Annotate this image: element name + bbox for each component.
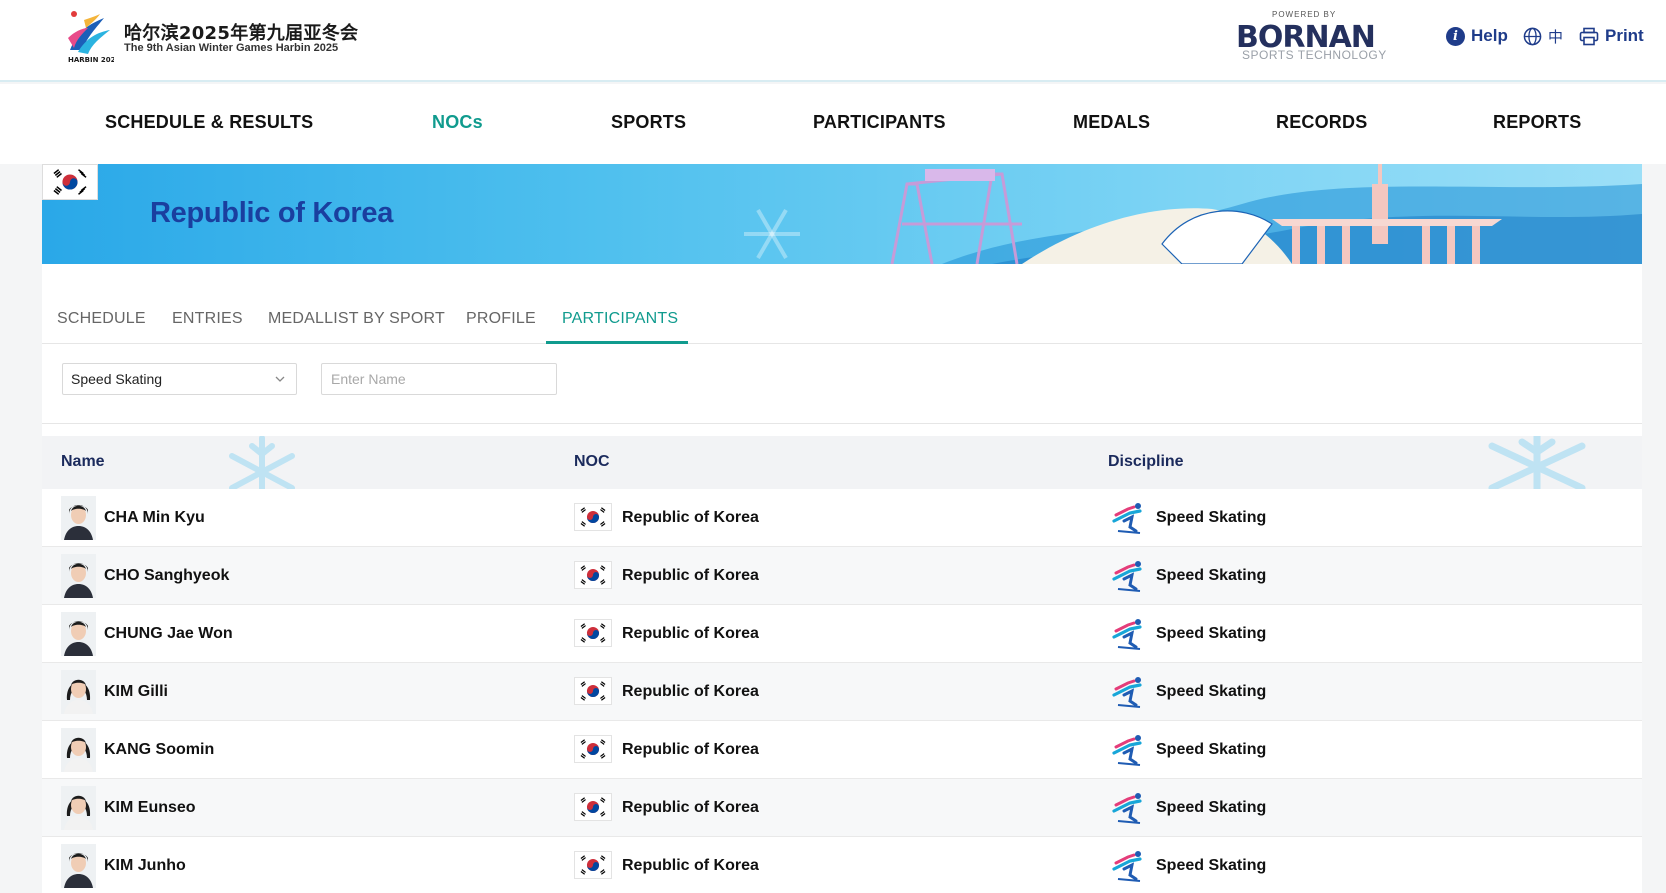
athlete-noc: Republic of Korea (622, 857, 759, 874)
speed-skating-icon (1112, 619, 1142, 650)
korea-flag-icon (42, 164, 98, 200)
athlete-discipline[interactable]: Speed Skating (1156, 509, 1266, 527)
athlete-name[interactable]: KIM Junho (104, 857, 186, 875)
athlete-name[interactable]: CHUNG Jae Won (104, 625, 233, 643)
korea-flag-icon (574, 619, 612, 647)
tab-medallist-by-sport[interactable]: MEDALLIST BY SPORT (268, 310, 445, 328)
snowflake-decoration-icon (229, 436, 295, 489)
table-header: Name NOC Discipline (42, 436, 1642, 489)
site-title-en: The 9th Asian Winter Games Harbin 2025 (124, 42, 339, 54)
korea-flag-icon (574, 793, 612, 821)
nav-participants[interactable]: PARTICIPANTS (813, 112, 946, 133)
help-label: Help (1471, 26, 1508, 45)
language-switch[interactable]: 中 (1523, 24, 1563, 48)
athlete-noc: Republic of Korea (622, 683, 759, 700)
athlete-photo[interactable] (61, 554, 96, 598)
logo-caption: HARBIN 2025 (68, 56, 114, 64)
table-row[interactable]: CHO Sanghyeok Republic of Korea Speed Sk… (42, 547, 1642, 605)
tab-entries[interactable]: ENTRIES (172, 310, 243, 328)
athlete-name[interactable]: CHO Sanghyeok (104, 567, 229, 585)
korea-flag-icon (574, 851, 612, 879)
print-button[interactable]: Print (1579, 24, 1644, 48)
nav-records[interactable]: RECORDS (1276, 112, 1367, 133)
korea-flag-icon (574, 677, 612, 705)
athlete-name[interactable]: KIM Eunseo (104, 799, 196, 817)
table-row[interactable]: CHUNG Jae Won Republic of Korea Speed Sk… (42, 605, 1642, 663)
nav-medals[interactable]: MEDALS (1073, 112, 1150, 133)
speed-skating-icon (1112, 561, 1142, 592)
nav-reports[interactable]: REPORTS (1493, 112, 1581, 133)
athlete-name[interactable]: KANG Soomin (104, 741, 214, 759)
table-row[interactable]: KANG Soomin Republic of Korea Speed Skat… (42, 721, 1642, 779)
athlete-discipline[interactable]: Speed Skating (1156, 799, 1266, 817)
athlete-photo[interactable] (61, 786, 96, 830)
athlete-name[interactable]: CHA Min Kyu (104, 509, 205, 527)
noc-banner: Republic of Korea (42, 164, 1642, 264)
help-button[interactable]: i Help (1446, 24, 1508, 48)
tab-profile[interactable]: PROFILE (466, 310, 536, 328)
korea-flag-icon (574, 561, 612, 589)
speed-skating-icon (1112, 735, 1142, 766)
language-label: 中 (1548, 27, 1564, 46)
nav-nocs[interactable]: NOCs (432, 112, 483, 133)
main-nav: SCHEDULE & RESULTS NOCs SPORTS PARTICIPA… (0, 84, 1666, 164)
printer-icon (1579, 27, 1599, 45)
athlete-noc: Republic of Korea (622, 799, 759, 816)
table-row[interactable]: KIM Gilli Republic of Korea Speed Skatin… (42, 663, 1642, 721)
tab-participants[interactable]: PARTICIPANTS (562, 310, 678, 328)
noc-content-card: SCHEDULE ENTRIES MEDALLIST BY SPORT PROF… (42, 264, 1642, 893)
athlete-noc: Republic of Korea (622, 741, 759, 758)
snowflake-decoration-icon (1488, 436, 1586, 489)
globe-icon (1523, 27, 1542, 45)
athlete-photo[interactable] (61, 670, 96, 714)
athlete-discipline[interactable]: Speed Skating (1156, 567, 1266, 585)
athlete-photo[interactable] (61, 844, 96, 888)
sport-select[interactable]: Speed Skating (62, 363, 297, 395)
athlete-discipline[interactable]: Speed Skating (1156, 625, 1266, 643)
speed-skating-icon (1112, 851, 1142, 882)
korea-flag-icon (574, 735, 612, 763)
chevron-down-icon (275, 376, 285, 382)
harbin-2025-logo[interactable]: HARBIN 2025 (64, 10, 114, 66)
sport-select-value: Speed Skating (71, 371, 163, 387)
noc-tabs: SCHEDULE ENTRIES MEDALLIST BY SPORT PROF… (42, 264, 1642, 344)
tab-schedule[interactable]: SCHEDULE (57, 310, 146, 328)
table-row[interactable]: KIM Junho Republic of Korea Speed Skatin… (42, 837, 1642, 893)
info-icon: i (1446, 26, 1465, 46)
column-header-discipline[interactable]: Discipline (1108, 453, 1184, 471)
sponsor-subtitle: SPORTS TECHNOLOGY (1242, 48, 1387, 62)
top-header: HARBIN 2025 哈尔滨2025年第九届亚冬会 The 9th Asian… (0, 0, 1666, 82)
participants-table-body: CHA Min Kyu Republic of Korea Speed Skat… (42, 489, 1642, 893)
athlete-name[interactable]: KIM Gilli (104, 683, 168, 701)
column-header-name[interactable]: Name (61, 453, 105, 471)
speed-skating-icon (1112, 793, 1142, 824)
athlete-noc: Republic of Korea (622, 509, 759, 526)
korea-flag-icon (574, 503, 612, 531)
column-header-noc[interactable]: NOC (574, 453, 610, 471)
athlete-discipline[interactable]: Speed Skating (1156, 857, 1266, 875)
print-label: Print (1605, 26, 1644, 45)
athlete-photo[interactable] (61, 496, 96, 540)
table-row[interactable]: KIM Eunseo Republic of Korea Speed Skati… (42, 779, 1642, 837)
athlete-discipline[interactable]: Speed Skating (1156, 683, 1266, 701)
athlete-discipline[interactable]: Speed Skating (1156, 741, 1266, 759)
powered-by-label: POWERED BY (1272, 10, 1337, 19)
country-title: Republic of Korea (150, 197, 394, 229)
speed-skating-icon (1112, 677, 1142, 708)
athlete-photo[interactable] (61, 612, 96, 656)
filter-bar: Speed Skating (42, 344, 1642, 424)
athlete-noc: Republic of Korea (622, 625, 759, 642)
table-row[interactable]: CHA Min Kyu Republic of Korea Speed Skat… (42, 489, 1642, 547)
athlete-photo[interactable] (61, 728, 96, 772)
nav-sports[interactable]: SPORTS (611, 112, 686, 133)
athlete-noc: Republic of Korea (622, 567, 759, 584)
nav-schedule-results[interactable]: SCHEDULE & RESULTS (105, 112, 313, 133)
speed-skating-icon (1112, 503, 1142, 534)
name-search-input[interactable] (321, 363, 557, 395)
